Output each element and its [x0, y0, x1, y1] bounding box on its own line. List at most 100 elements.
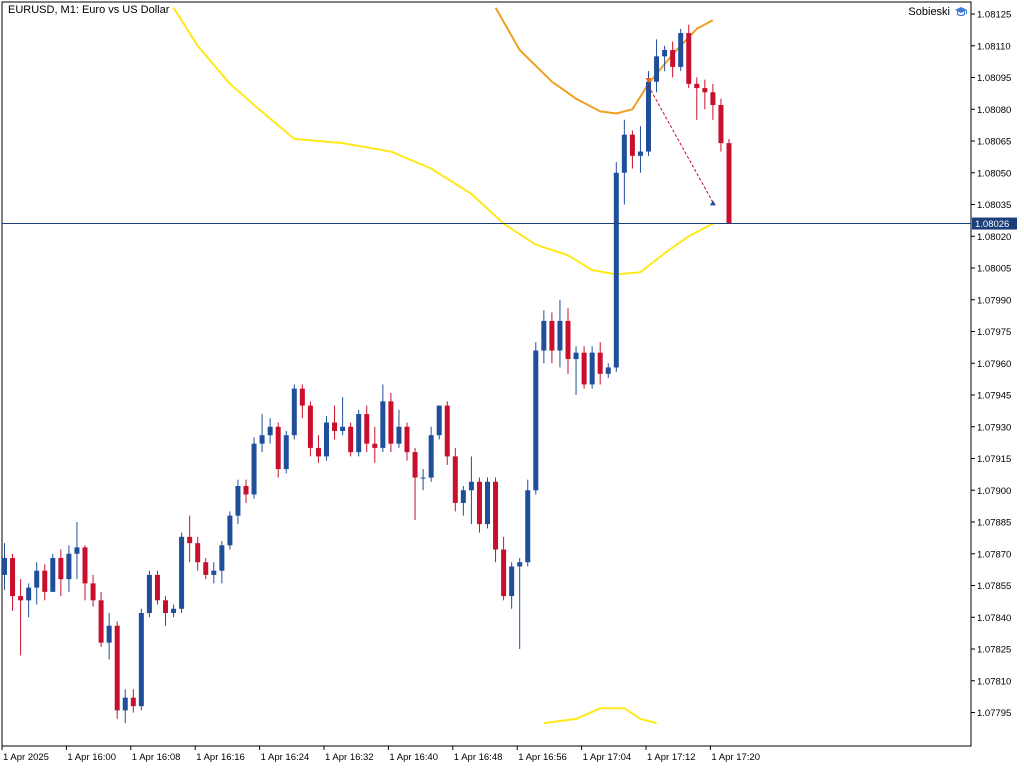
bear-candle	[98, 600, 104, 643]
plot-frame	[1, 1, 972, 747]
x-tick-label: 1 Apr 16:40	[389, 752, 438, 763]
bull-candle	[589, 352, 595, 385]
bull-candle	[485, 481, 490, 525]
bear-candle	[90, 583, 96, 601]
bear-candle	[444, 405, 450, 457]
y-tick-label: 1.07870	[977, 549, 1011, 560]
y-tick-label: 1.07915	[977, 454, 1011, 465]
bull-candle	[267, 426, 273, 436]
trade-connector-line	[648, 85, 714, 203]
bear-candle	[364, 414, 370, 444]
bear-candle	[412, 452, 418, 478]
bull-candle	[533, 350, 539, 491]
y-tick-label: 1.07855	[977, 581, 1011, 592]
bull-candle	[211, 570, 217, 575]
y-tick-label: 1.07900	[977, 486, 1011, 497]
bull-candle	[613, 172, 619, 368]
bull-candle	[637, 151, 643, 156]
y-tick-label: 1.07945	[977, 391, 1011, 402]
bear-candle	[348, 426, 354, 453]
bull-candle	[380, 401, 386, 448]
x-tick-label: 1 Apr 16:56	[518, 752, 567, 763]
x-tick-label: 1 Apr 16:00	[67, 752, 116, 763]
candles	[2, 24, 732, 724]
bull-candle	[138, 613, 144, 707]
bear-candle	[163, 600, 168, 614]
bull-candle	[654, 56, 660, 82]
x-tick-label: 1 Apr 16:48	[454, 752, 503, 763]
bull-candle	[605, 367, 611, 374]
bull-candle	[106, 625, 112, 643]
y-tick-label: 1.08050	[977, 168, 1011, 179]
bull-candle	[356, 414, 362, 453]
bear-candle	[10, 557, 16, 597]
bull-candle	[573, 352, 579, 360]
y-tick-label: 1.08005	[977, 264, 1011, 275]
bull-candle	[50, 557, 56, 592]
bull-candle	[646, 81, 651, 152]
bull-candle	[235, 486, 241, 516]
bear-candle	[275, 426, 281, 470]
x-tick-label: 1 Apr 17:12	[647, 752, 696, 763]
price-chart[interactable]: 1.08125 1.08110 1.08095 1.08080 1.08065 1.080…	[0, 0, 1024, 768]
bear-candle	[372, 443, 378, 448]
bear-candle	[18, 596, 24, 601]
bull-candle	[557, 320, 563, 351]
bear-candle	[404, 426, 410, 453]
time-axis[interactable]: 1 Apr 2025 1 Apr 16:00 1 Apr 16:08 1 Apr 16…	[1, 746, 760, 763]
bull-candle	[621, 134, 627, 173]
bear-candle	[195, 543, 201, 563]
bear-candle	[702, 88, 708, 93]
y-tick-label: 1.08125	[977, 10, 1011, 21]
bull-candle	[227, 515, 233, 546]
bull-candle	[26, 587, 32, 601]
bull-candle	[517, 562, 523, 567]
y-tick-label: 1.07825	[977, 645, 1011, 656]
bear-candle	[670, 49, 676, 67]
bear-candle	[549, 320, 555, 351]
bear-candle	[581, 352, 587, 385]
bull-candle	[74, 547, 80, 554]
bear-candle	[726, 143, 732, 224]
y-tick-label: 1.07795	[977, 708, 1011, 719]
bear-candle	[154, 574, 160, 601]
bear-candle	[332, 422, 338, 431]
bear-candle	[58, 557, 64, 580]
indicator-bands	[172, 7, 714, 725]
y-tick-label: 1.07960	[977, 359, 1011, 370]
bear-candle	[130, 697, 136, 707]
bear-candle	[315, 447, 321, 457]
bull-candle	[66, 553, 72, 580]
bear-candle	[694, 83, 700, 89]
price-axis[interactable]: 1.08125 1.08110 1.08095 1.08080 1.08065 1.080…	[971, 10, 1017, 720]
bull-candle	[171, 608, 177, 614]
bull-candle	[2, 557, 7, 575]
bull-candle	[678, 33, 684, 67]
bull-candle	[396, 426, 402, 444]
y-tick-label: 1.07975	[977, 327, 1011, 338]
bear-candle	[187, 536, 193, 544]
current-price-label: 1.08026	[975, 219, 1009, 230]
bull-candle	[662, 49, 668, 57]
bull-candle	[468, 481, 474, 491]
bear-candle	[452, 456, 458, 503]
bear-candle	[629, 134, 635, 156]
bull-candle	[340, 426, 346, 431]
bear-candle	[597, 352, 603, 374]
bear-candle	[243, 486, 249, 495]
x-tick-label: 1 Apr 2025	[3, 752, 49, 763]
bear-candle	[565, 320, 571, 360]
bull-candle	[291, 388, 297, 436]
bear-candle	[82, 547, 88, 584]
y-tick-label: 1.08065	[977, 137, 1011, 148]
y-tick-label: 1.08080	[977, 105, 1011, 116]
bear-candle	[710, 92, 716, 106]
bull-candle	[525, 490, 531, 563]
bull-candle	[283, 435, 289, 470]
y-tick-label: 1.08020	[977, 232, 1011, 243]
bear-candle	[203, 562, 209, 575]
y-tick-label: 1.07885	[977, 518, 1011, 529]
x-tick-label: 1 Apr 17:04	[583, 752, 632, 763]
x-tick-label: 1 Apr 16:32	[325, 752, 374, 763]
bull-candle	[420, 477, 426, 479]
